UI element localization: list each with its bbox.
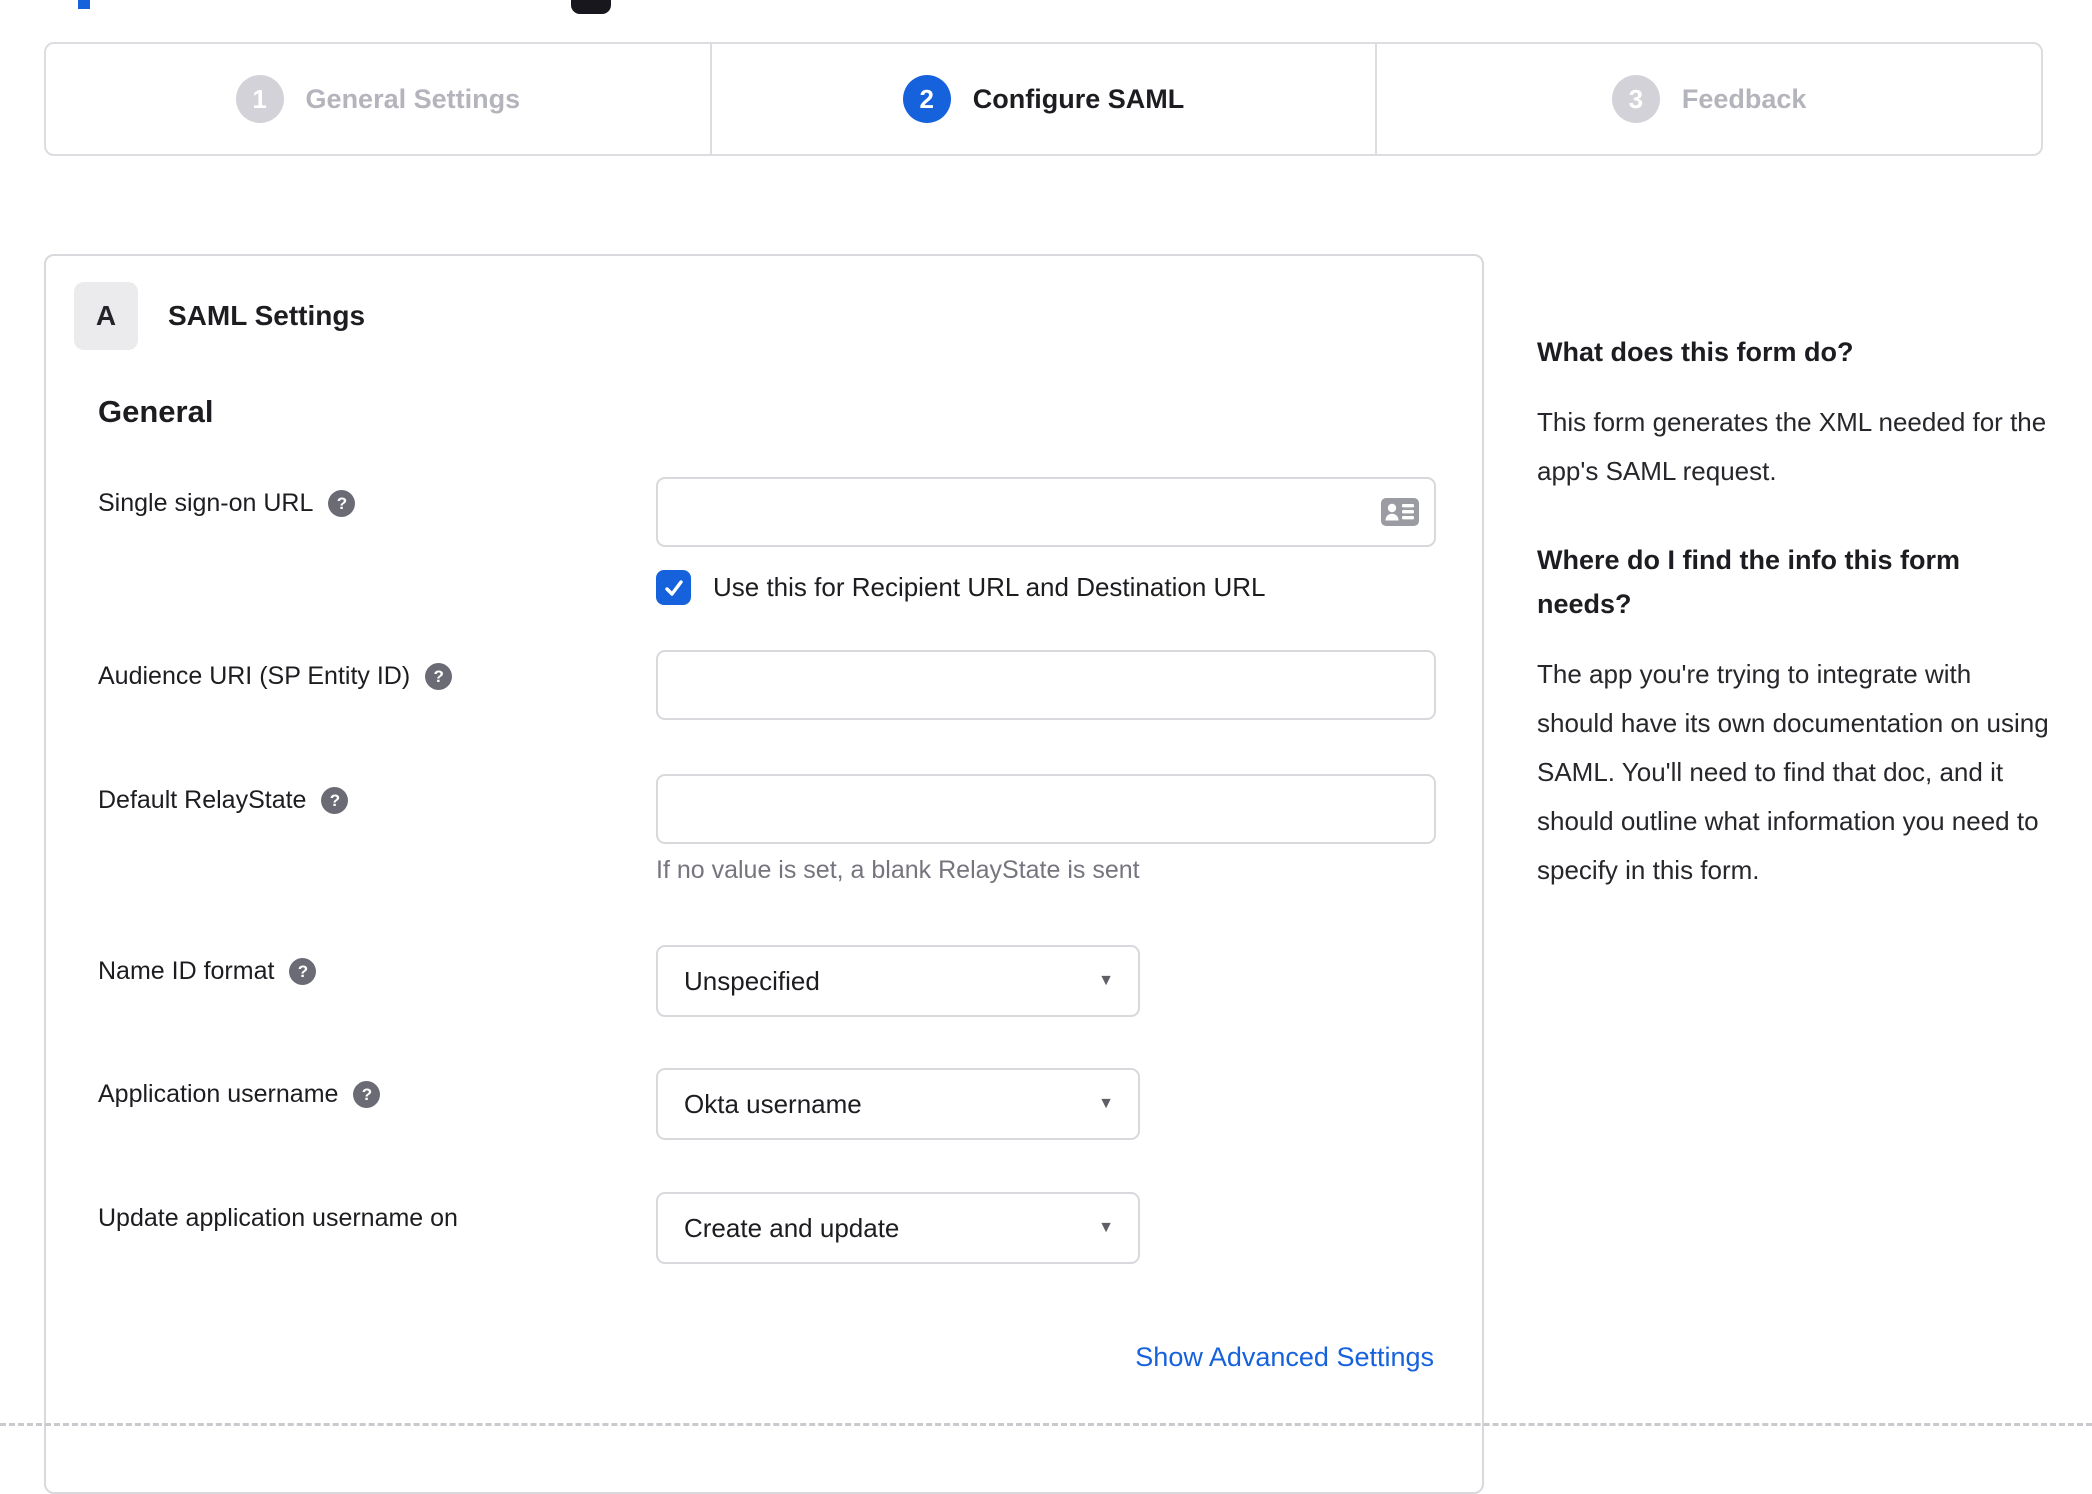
update-username-label-text: Update application username on: [98, 1204, 458, 1232]
help-body-what: This form generates the XML needed for t…: [1537, 407, 2047, 486]
saml-settings-card: A SAML Settings General Single sign-on U…: [44, 254, 1484, 1494]
step-number-badge: 1: [235, 75, 284, 123]
nameid-format-selected-value: Unspecified: [684, 965, 820, 996]
clipped-app-logo-fragment: [571, 0, 611, 14]
show-advanced-settings-link[interactable]: Show Advanced Settings: [1135, 1342, 1434, 1372]
checkmark-icon: [664, 579, 683, 596]
audience-uri-label: Audience URI (SP Entity ID) ?: [98, 662, 638, 691]
step-label: Feedback: [1681, 83, 1807, 114]
chevron-down-icon: ▼: [1098, 1219, 1114, 1236]
relaystate-input[interactable]: [656, 774, 1436, 844]
section-a-badge: A: [74, 282, 138, 350]
application-username-label-text: Application username: [98, 1080, 339, 1108]
help-body-where: The app you're trying to integrate with …: [1537, 659, 2049, 885]
recipient-url-checkbox-label[interactable]: Use this for Recipient URL and Destinati…: [713, 572, 1266, 603]
recipient-url-checkbox-row: Use this for Recipient URL and Destinati…: [656, 570, 1266, 605]
help-icon[interactable]: ?: [321, 787, 349, 814]
step-general-settings[interactable]: 1 General Settings: [46, 44, 710, 154]
recipient-url-checkbox[interactable]: [656, 570, 691, 605]
application-username-selected-value: Okta username: [684, 1088, 862, 1119]
section-header: A SAML Settings: [74, 282, 365, 350]
help-heading-what: What does this form do?: [1537, 337, 1854, 367]
nameid-format-label-text: Name ID format: [98, 957, 275, 985]
help-sidebar: What does this form do? This form genera…: [1537, 330, 2053, 937]
saml-configuration-page: 1 General Settings 2 Configure SAML 3 Fe…: [0, 0, 2092, 1494]
general-group-heading: General: [98, 394, 214, 429]
step-number-badge: 2: [902, 75, 951, 123]
application-username-label: Application username ?: [98, 1080, 638, 1109]
relaystate-label: Default RelayState ?: [98, 786, 638, 815]
chevron-down-icon: ▼: [1098, 972, 1114, 989]
sso-url-label-text: Single sign-on URL: [98, 489, 314, 517]
clipped-page-title-fragment: [78, 0, 90, 9]
nameid-format-label: Name ID format ?: [98, 957, 638, 986]
step-label: General Settings: [305, 83, 521, 114]
step-feedback[interactable]: 3 Feedback: [1375, 44, 2041, 154]
relaystate-helper-text: If no value is set, a blank RelayState i…: [656, 856, 1140, 884]
update-username-label: Update application username on: [98, 1204, 638, 1233]
help-icon[interactable]: ?: [289, 958, 317, 985]
help-heading-where: Where do I find the info this form needs…: [1537, 545, 1960, 619]
help-icon[interactable]: ?: [353, 1081, 381, 1108]
application-username-select[interactable]: Okta username ▼: [656, 1068, 1140, 1140]
help-icon[interactable]: ?: [425, 663, 453, 690]
wizard-stepper: 1 General Settings 2 Configure SAML 3 Fe…: [44, 42, 2043, 156]
step-configure-saml[interactable]: 2 Configure SAML: [709, 44, 1376, 154]
audience-uri-input[interactable]: [656, 650, 1436, 720]
sso-url-label: Single sign-on URL ?: [98, 489, 638, 518]
sso-url-input-wrap: [656, 477, 1436, 547]
nameid-format-select[interactable]: Unspecified ▼: [656, 945, 1140, 1017]
help-icon[interactable]: ?: [328, 490, 356, 517]
chevron-down-icon: ▼: [1098, 1095, 1114, 1112]
sso-url-input[interactable]: [656, 477, 1436, 547]
advanced-settings-row: Show Advanced Settings: [1135, 1342, 1434, 1373]
section-title: SAML Settings: [168, 300, 366, 331]
step-label: Configure SAML: [972, 83, 1185, 114]
update-username-selected-value: Create and update: [684, 1212, 900, 1243]
update-username-select[interactable]: Create and update ▼: [656, 1192, 1140, 1264]
step-number-badge: 3: [1611, 75, 1660, 123]
relaystate-label-text: Default RelayState: [98, 786, 307, 814]
audience-uri-label-text: Audience URI (SP Entity ID): [98, 662, 411, 690]
